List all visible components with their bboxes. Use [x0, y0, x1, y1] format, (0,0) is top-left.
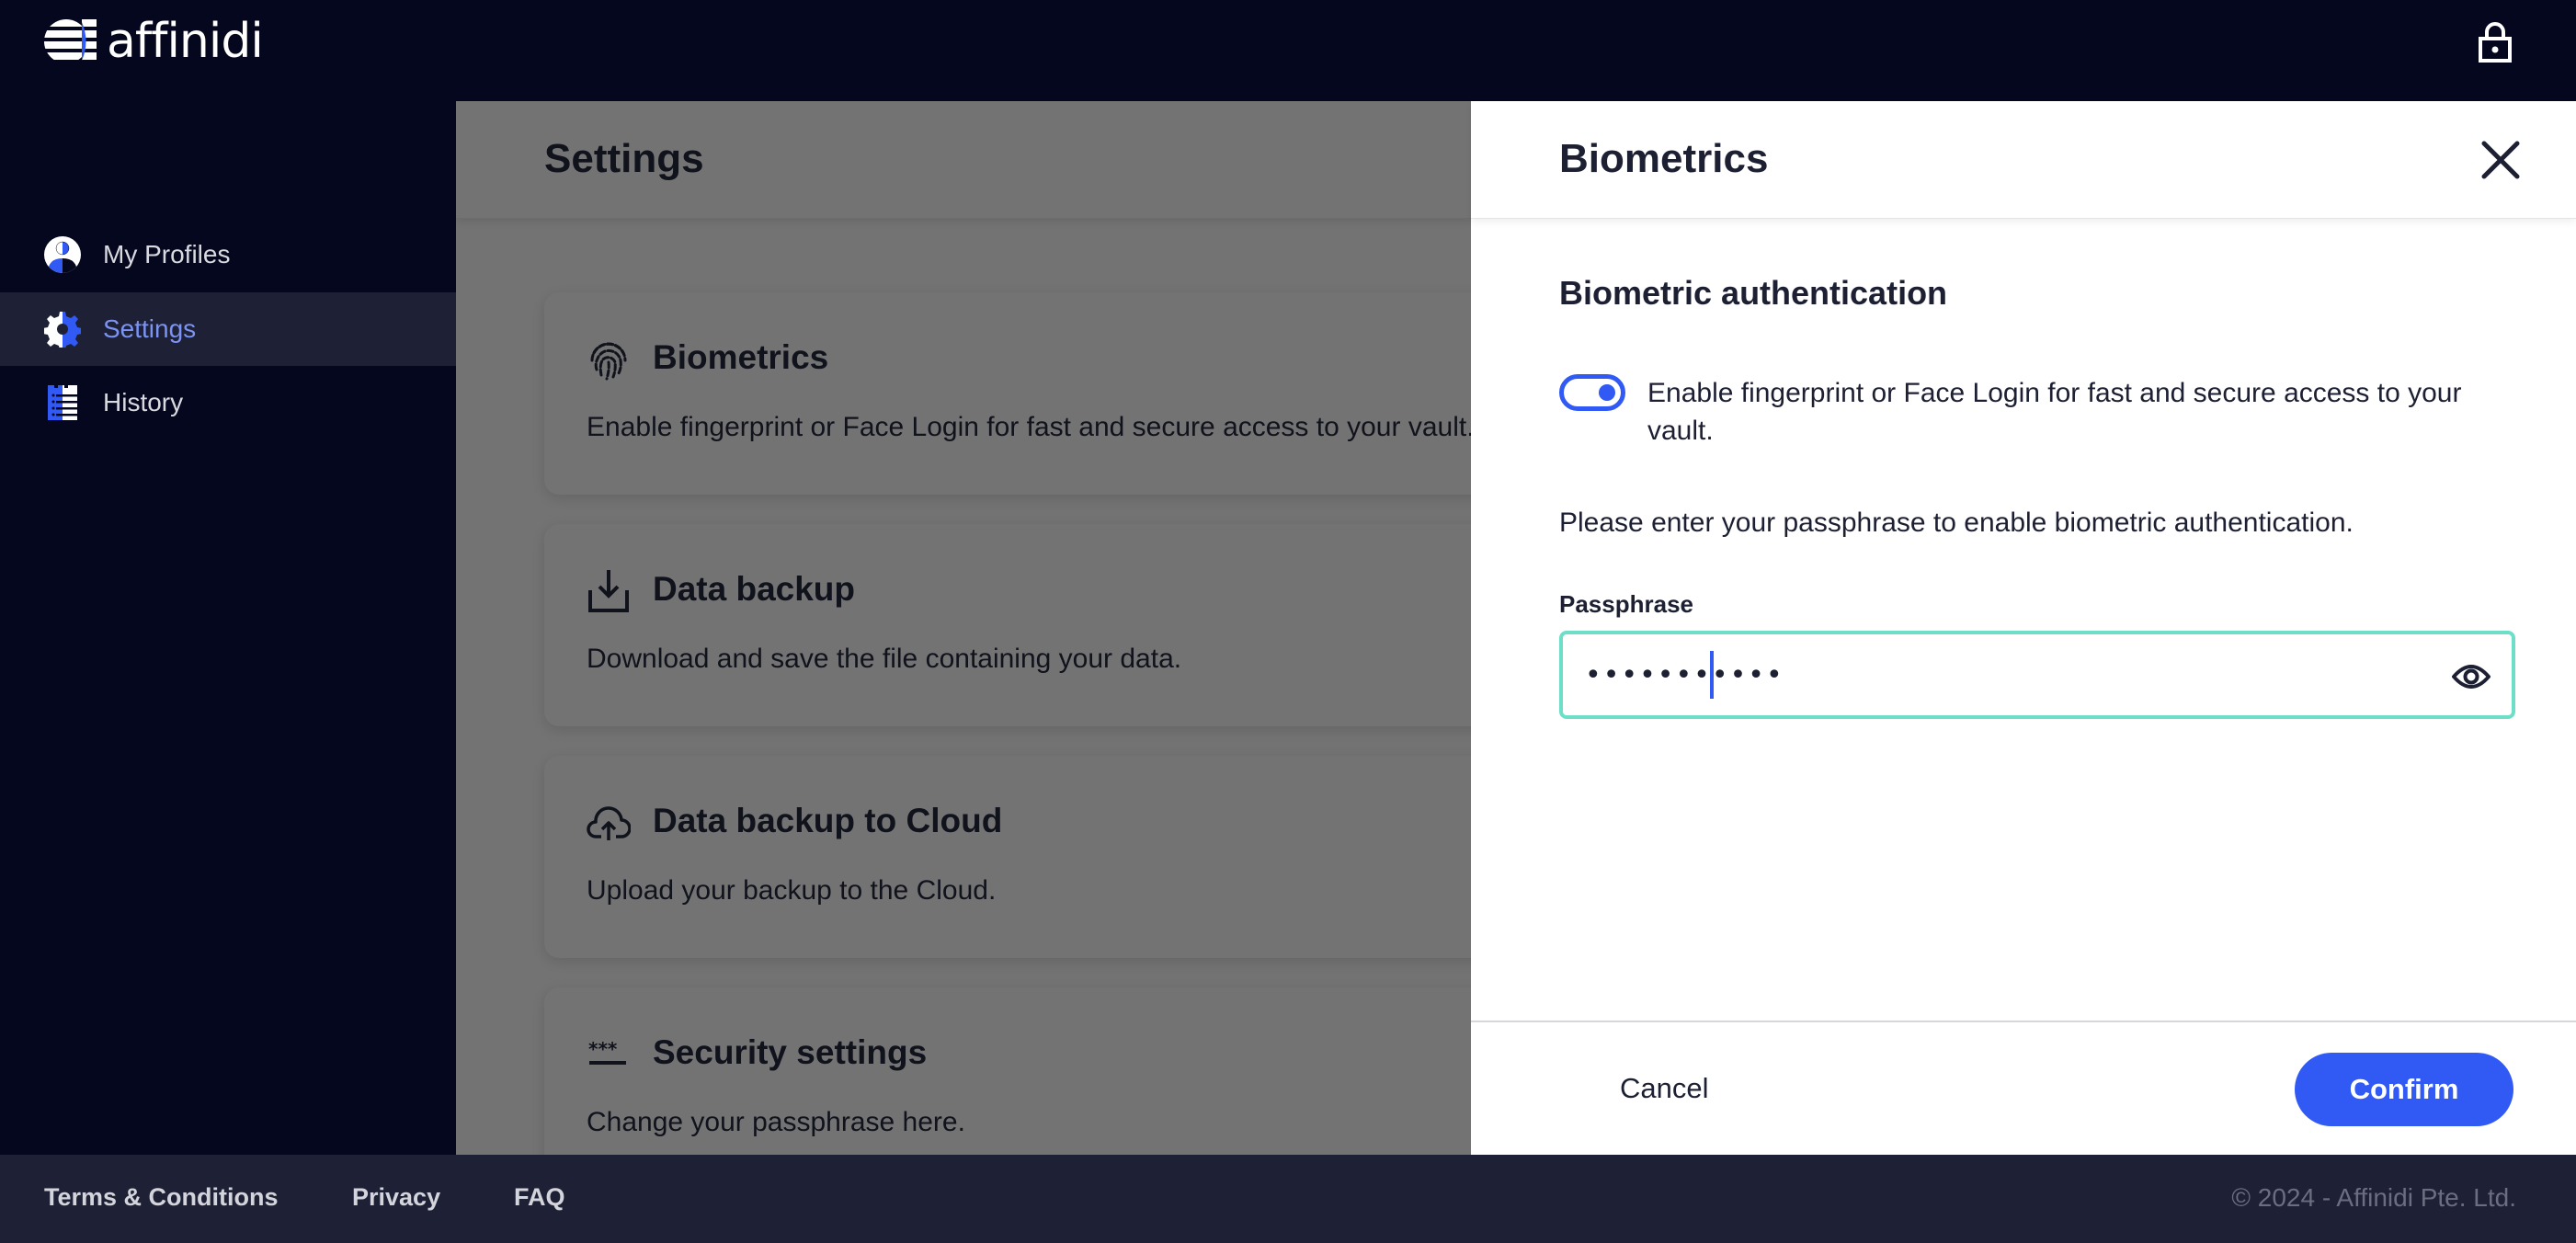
page-header: Settings — [456, 101, 1471, 219]
passphrase-field[interactable] — [1559, 631, 2515, 719]
confirm-button[interactable]: Confirm — [2295, 1053, 2513, 1126]
sidebar-item-settings[interactable]: Settings — [0, 292, 456, 366]
footer-link-faq[interactable]: FAQ — [514, 1183, 565, 1212]
close-button[interactable] — [2477, 136, 2525, 184]
close-icon — [2481, 141, 2520, 179]
sidebar-item-label: History — [103, 388, 184, 416]
settings-card-data-backup[interactable]: Data backup Download and save the file c… — [544, 524, 1471, 726]
drawer-footer: Cancel Confirm — [1471, 1021, 2576, 1155]
drawer-title: Biometrics — [1559, 136, 1769, 181]
top-bar: affinidi — [0, 0, 2576, 101]
eye-icon — [2452, 665, 2491, 689]
biometric-toggle[interactable] — [1559, 374, 1625, 411]
toggle-visibility-button[interactable] — [2451, 660, 2491, 693]
text-caret — [1710, 651, 1714, 699]
gear-icon — [44, 312, 81, 348]
copyright-text: © 2024 - Affinidi Pte. Ltd. — [2231, 1183, 2516, 1212]
card-title: Data backup to Cloud — [653, 802, 1003, 839]
passphrase-input[interactable] — [1585, 647, 2412, 702]
card-description: Enable fingerprint or Face Login for fas… — [587, 412, 1471, 442]
sidebar-item-my-profiles[interactable]: My Profiles — [0, 218, 456, 291]
download-icon — [588, 570, 629, 612]
toggle-label: Enable fingerprint or Face Login for fas… — [1647, 378, 2462, 446]
toggle-knob — [1599, 384, 1615, 401]
card-description: Change your passphrase here. — [587, 1107, 965, 1137]
cloud-upload-icon — [587, 806, 631, 840]
lock-icon — [2479, 22, 2512, 63]
affinidi-logo-icon — [44, 19, 97, 61]
page-footer: Terms & Conditions Privacy FAQ © 2024 - … — [0, 1155, 2576, 1243]
footer-link-terms[interactable]: Terms & Conditions — [44, 1183, 279, 1212]
card-title: Security settings — [653, 1033, 928, 1071]
sidebar-item-label: My Profiles — [103, 240, 231, 268]
passphrase-label: Passphrase — [1559, 590, 1693, 618]
card-description: Download and save the file containing yo… — [587, 644, 1182, 674]
card-title: Data backup — [653, 570, 856, 608]
page-title: Settings — [544, 136, 704, 181]
fingerprint-icon — [590, 342, 627, 381]
drawer-header: Biometrics — [1471, 101, 2576, 219]
password-icon: *** — [588, 1038, 626, 1065]
history-list-icon — [48, 385, 77, 420]
settings-card-security[interactable]: *** Security settings Change your passph… — [544, 987, 1471, 1155]
user-profile-icon — [44, 236, 81, 273]
svg-text:***: *** — [588, 1038, 618, 1060]
brand-name: affinidi — [107, 14, 264, 69]
sidebar-item-label: Settings — [103, 314, 197, 343]
sidebar-item-history[interactable]: History — [0, 366, 456, 439]
lock-button[interactable] — [2479, 22, 2512, 63]
sidebar: My Profiles Settings History — [0, 101, 456, 1155]
footer-link-privacy[interactable]: Privacy — [352, 1183, 440, 1212]
card-description: Upload your backup to the Cloud. — [587, 875, 997, 906]
card-title: Biometrics — [653, 338, 829, 376]
settings-card-cloud-backup[interactable]: Data backup to Cloud Upload your backup … — [544, 756, 1471, 958]
affinidi-logo[interactable]: affinidi — [44, 14, 264, 69]
section-title: Biometric authentication — [1559, 274, 1948, 312]
biometrics-drawer: Biometrics Biometric authentication Enab… — [1471, 101, 2576, 1155]
passphrase-instruction: Please enter your passphrase to enable b… — [1559, 507, 2354, 538]
settings-page: Settings Biometrics Enable fingerprint o… — [456, 101, 1471, 1155]
settings-card-biometrics[interactable]: Biometrics Enable fingerprint or Face Lo… — [544, 292, 1471, 495]
cancel-button[interactable]: Cancel — [1620, 1072, 1709, 1105]
